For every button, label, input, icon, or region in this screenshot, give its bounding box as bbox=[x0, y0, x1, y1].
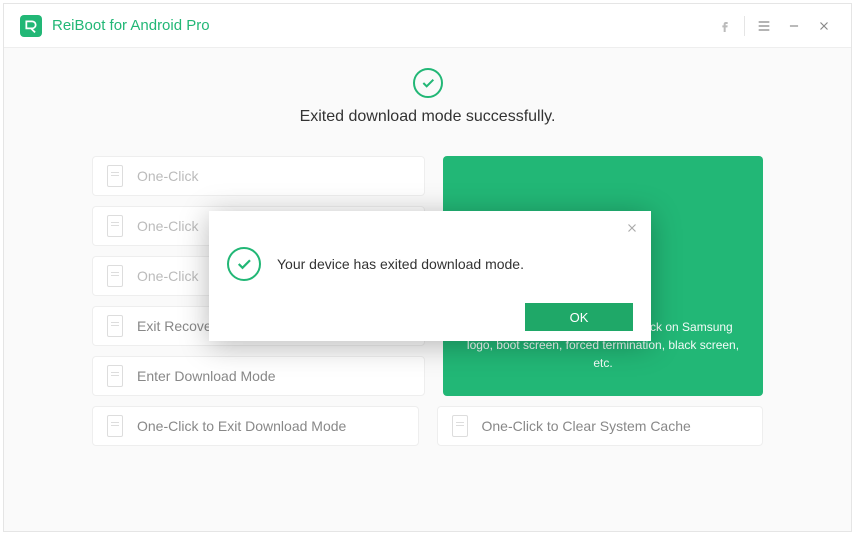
facebook-icon[interactable] bbox=[710, 11, 740, 41]
bottom-row: One-Click to Exit Download Mode One-Clic… bbox=[92, 406, 763, 446]
option-label: Enter Download Mode bbox=[137, 368, 276, 384]
dialog-close-icon[interactable] bbox=[625, 221, 639, 240]
option-label: One-Click bbox=[137, 268, 198, 284]
titlebar: ReiBoot for Android Pro bbox=[4, 4, 851, 48]
close-button[interactable] bbox=[809, 11, 839, 41]
titlebar-divider bbox=[744, 16, 745, 36]
menu-icon[interactable] bbox=[749, 11, 779, 41]
option-clear-system-cache[interactable]: One-Click to Clear System Cache bbox=[437, 406, 764, 446]
device-icon bbox=[107, 365, 123, 387]
minimize-button[interactable] bbox=[779, 11, 809, 41]
device-icon bbox=[107, 315, 123, 337]
status-area: Exited download mode successfully. bbox=[4, 68, 851, 126]
status-message: Exited download mode successfully. bbox=[4, 108, 851, 126]
main-content: Exited download mode successfully. One-C… bbox=[4, 48, 851, 531]
app-logo-icon bbox=[20, 15, 42, 37]
device-icon bbox=[452, 415, 468, 437]
option-label: One-Click bbox=[137, 168, 198, 184]
device-icon bbox=[107, 415, 123, 437]
device-icon bbox=[107, 265, 123, 287]
app-title: ReiBoot for Android Pro bbox=[52, 17, 210, 34]
modal-dialog: Your device has exited download mode. OK bbox=[209, 211, 651, 341]
option-label: One-Click to Clear System Cache bbox=[482, 418, 691, 434]
device-icon bbox=[107, 165, 123, 187]
dialog-ok-button[interactable]: OK bbox=[525, 303, 633, 331]
option-one-click-1[interactable]: One-Click bbox=[92, 156, 425, 196]
dialog-message: Your device has exited download mode. bbox=[277, 256, 524, 272]
device-icon bbox=[107, 215, 123, 237]
option-enter-download-mode[interactable]: Enter Download Mode bbox=[92, 356, 425, 396]
option-label: One-Click bbox=[137, 218, 198, 234]
dialog-check-icon bbox=[227, 247, 261, 281]
app-window: ReiBoot for Android Pro Exited download … bbox=[3, 3, 852, 532]
success-check-icon bbox=[413, 68, 443, 98]
option-exit-download-mode[interactable]: One-Click to Exit Download Mode bbox=[92, 406, 419, 446]
option-label: One-Click to Exit Download Mode bbox=[137, 418, 346, 434]
